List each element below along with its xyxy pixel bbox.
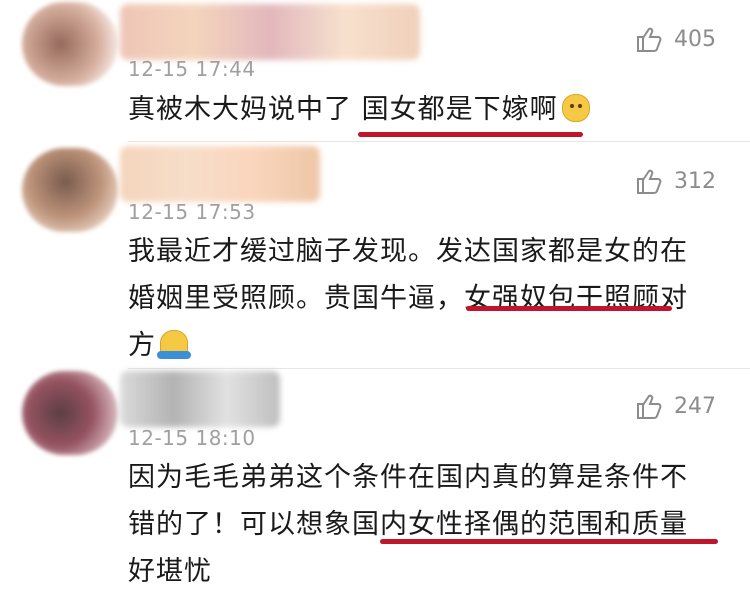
thumbs-up-icon xyxy=(637,169,662,194)
comment-text-line: 我最近才缓过脑子发现。发达国家都是女的在 xyxy=(128,236,688,267)
comment-timestamp: 12-15 17:53 xyxy=(128,200,256,224)
comment-text: 因为毛毛弟弟这个条件在国内真的算是条件不 错的了！可以想象国内女性择偶的范围和质… xyxy=(128,454,728,595)
avatar[interactable] xyxy=(22,2,118,86)
comment-text: 真被木大妈说中了 国女都是下嫁啊 xyxy=(128,86,728,133)
avatar[interactable] xyxy=(22,371,118,455)
comment-timestamp: 12-15 17:44 xyxy=(128,57,256,81)
comment-text-line: 因为毛毛弟弟这个条件在国内真的算是条件不 xyxy=(128,462,688,493)
comment-2: 12-15 17:53 312 我最近才缓过脑子发现。发达国家都是女的在 婚姻里… xyxy=(0,142,750,368)
comment-text-content: 方 xyxy=(128,330,156,361)
username-blurred[interactable] xyxy=(120,4,420,60)
like-button[interactable]: 247 xyxy=(634,391,716,421)
like-count: 405 xyxy=(674,26,716,52)
like-button[interactable]: 312 xyxy=(634,166,716,196)
like-count: 312 xyxy=(674,168,716,194)
comment-text-line: 好堪忧 xyxy=(128,556,212,587)
like-count: 247 xyxy=(674,393,716,419)
comment-text: 我最近才缓过脑子发现。发达国家都是女的在 婚姻里受照顾。贵国牛逼，女强奴包干照顾… xyxy=(128,228,728,369)
comment-1: 12-15 17:44 405 真被木大妈说中了 国女都是下嫁啊 xyxy=(0,0,750,160)
avatar[interactable] xyxy=(22,148,118,232)
username-blurred[interactable] xyxy=(120,371,280,427)
sad-face-emoji xyxy=(561,94,590,122)
comment-text-content: 真被木大妈说中了 国女都是下嫁啊 xyxy=(128,94,558,125)
username-blurred[interactable] xyxy=(120,146,320,202)
comment-timestamp: 12-15 18:10 xyxy=(128,426,256,450)
thumbs-up-icon xyxy=(637,27,662,52)
comment-text-line: 方 xyxy=(128,322,728,369)
red-underline xyxy=(466,306,672,311)
red-underline xyxy=(358,132,583,137)
red-underline xyxy=(380,539,718,544)
comment-text-line: 婚姻里受照顾。贵国牛逼，女强奴包干照顾对 xyxy=(128,283,688,314)
comment-3: 12-15 18:10 247 因为毛毛弟弟这个条件在国内真的算是条件不 错的了… xyxy=(0,369,750,587)
shrug-emoji xyxy=(157,330,191,359)
thumbs-up-icon xyxy=(637,394,662,419)
like-button[interactable]: 405 xyxy=(634,24,716,54)
